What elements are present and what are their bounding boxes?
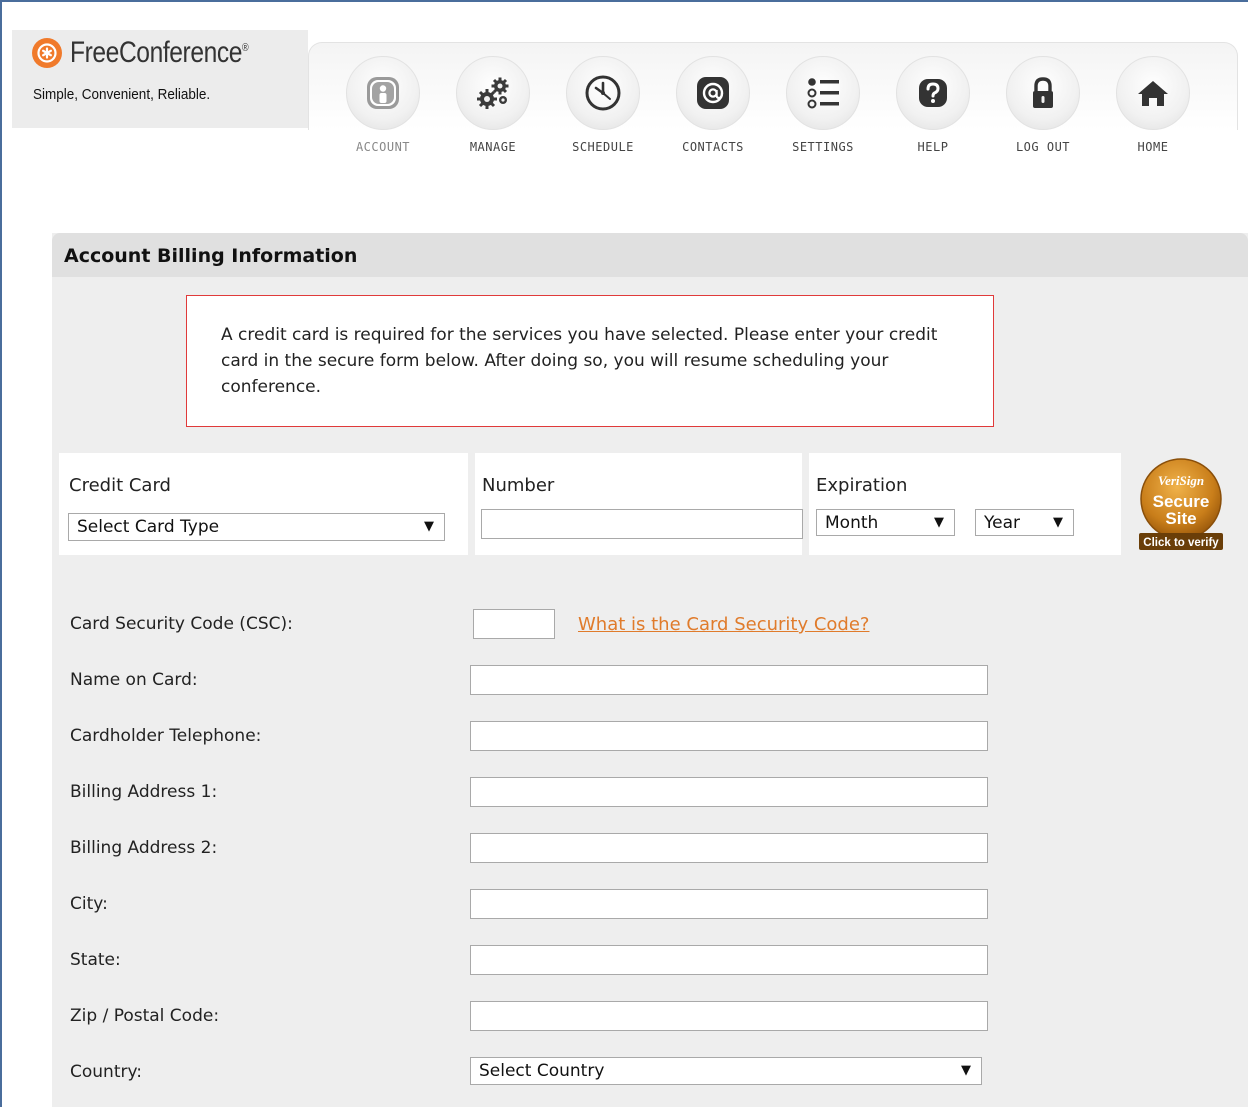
credit-card-notice: A credit card is required for the servic…	[186, 295, 994, 427]
credit-card-label: Credit Card	[69, 475, 171, 496]
card-number-box: Number	[475, 453, 803, 555]
nav-settings-label: SETTINGS	[792, 140, 854, 154]
nav-manage[interactable]: MANAGE	[448, 56, 538, 154]
at-sign-icon	[676, 56, 750, 130]
card-number-input[interactable]	[481, 509, 803, 539]
nav-logout-label: LOG OUT	[1015, 140, 1071, 154]
name-on-card-input[interactable]	[470, 665, 988, 695]
dropdown-arrow-icon: ▼	[961, 1063, 971, 1078]
nav-settings[interactable]: SETTINGS	[778, 56, 868, 154]
brand-name: FreeConference®	[70, 36, 249, 69]
nav-contacts-label: CONTACTS	[682, 140, 744, 154]
city-input[interactable]	[470, 889, 988, 919]
logo-asterisk-icon	[32, 38, 62, 68]
billing-panel: Account Billing Information A credit car…	[52, 233, 1248, 1107]
account-icon	[346, 56, 420, 130]
clock-icon	[566, 56, 640, 130]
month-value: Month	[825, 512, 879, 533]
state-input[interactable]	[470, 945, 988, 975]
list-icon	[786, 56, 860, 130]
nav-home[interactable]: HOME	[1108, 56, 1198, 154]
nav-help-label: HELP	[917, 140, 949, 154]
billing-address-1-label: Billing Address 1:	[70, 782, 218, 802]
cardholder-telephone-label: Cardholder Telephone:	[70, 726, 262, 746]
nav-account-label: ACCOUNT	[355, 140, 411, 154]
year-value: Year	[984, 512, 1020, 533]
country-label: Country:	[70, 1062, 143, 1082]
nav-home-label: HOME	[1137, 140, 1169, 154]
expiration-label: Expiration	[816, 475, 908, 496]
billing-address-2-input[interactable]	[470, 833, 988, 863]
logo-panel: FreeConference® Simple, Convenient, Reli…	[12, 30, 308, 128]
country-select[interactable]: Select Country ▼	[470, 1057, 982, 1085]
nav-account[interactable]: ACCOUNT	[338, 56, 428, 154]
zip-postal-code-input[interactable]	[470, 1001, 988, 1031]
billing-address-2-label: Billing Address 2:	[70, 838, 218, 858]
nav-contacts[interactable]: CONTACTS	[668, 56, 758, 154]
card-type-value: Select Card Type	[77, 517, 220, 537]
tagline: Simple, Convenient, Reliable.	[33, 86, 211, 103]
credit-card-box: Credit Card Select Card Type ▼	[59, 453, 468, 555]
month-select[interactable]: Month ▼	[816, 509, 955, 536]
csc-label: Card Security Code (CSC):	[70, 614, 293, 634]
nav-help[interactable]: HELP	[888, 56, 978, 154]
seal-site-text: Site	[1165, 509, 1196, 528]
dropdown-arrow-icon: ▼	[934, 514, 944, 530]
seal-brand-text: VeriSign	[1158, 473, 1204, 488]
country-value: Select Country	[479, 1061, 605, 1081]
home-icon	[1116, 56, 1190, 130]
verisign-secure-seal[interactable]: VeriSign Secure Site Click to verify	[1136, 455, 1226, 553]
nav-logout[interactable]: LOG OUT	[998, 56, 1088, 154]
city-label: City:	[70, 894, 108, 914]
billing-address-1-input[interactable]	[470, 777, 988, 807]
gears-icon	[456, 56, 530, 130]
nav-schedule-label: SCHEDULE	[572, 140, 634, 154]
csc-help-link[interactable]: What is the Card Security Code?	[578, 614, 869, 635]
logo[interactable]: FreeConference®	[32, 36, 287, 70]
cardholder-telephone-input[interactable]	[470, 721, 988, 751]
seal-verify-text: Click to verify	[1143, 537, 1219, 549]
nav-manage-label: MANAGE	[469, 140, 517, 154]
dropdown-arrow-icon: ▼	[424, 519, 434, 534]
panel-title: Account Billing Information	[52, 233, 1248, 277]
dropdown-arrow-icon: ▼	[1053, 514, 1063, 530]
csc-input[interactable]	[473, 609, 555, 639]
name-on-card-label: Name on Card:	[70, 670, 198, 690]
nav-schedule[interactable]: SCHEDULE	[558, 56, 648, 154]
year-select[interactable]: Year ▼	[975, 509, 1074, 536]
state-label: State:	[70, 950, 121, 970]
card-type-select[interactable]: Select Card Type ▼	[68, 513, 445, 541]
expiration-box: Expiration Month ▼ Year ▼	[809, 453, 1121, 555]
trademark-symbol: ®	[242, 42, 249, 54]
lock-icon	[1006, 56, 1080, 130]
number-label: Number	[482, 475, 555, 496]
question-icon	[896, 56, 970, 130]
zip-postal-code-label: Zip / Postal Code:	[70, 1006, 220, 1026]
